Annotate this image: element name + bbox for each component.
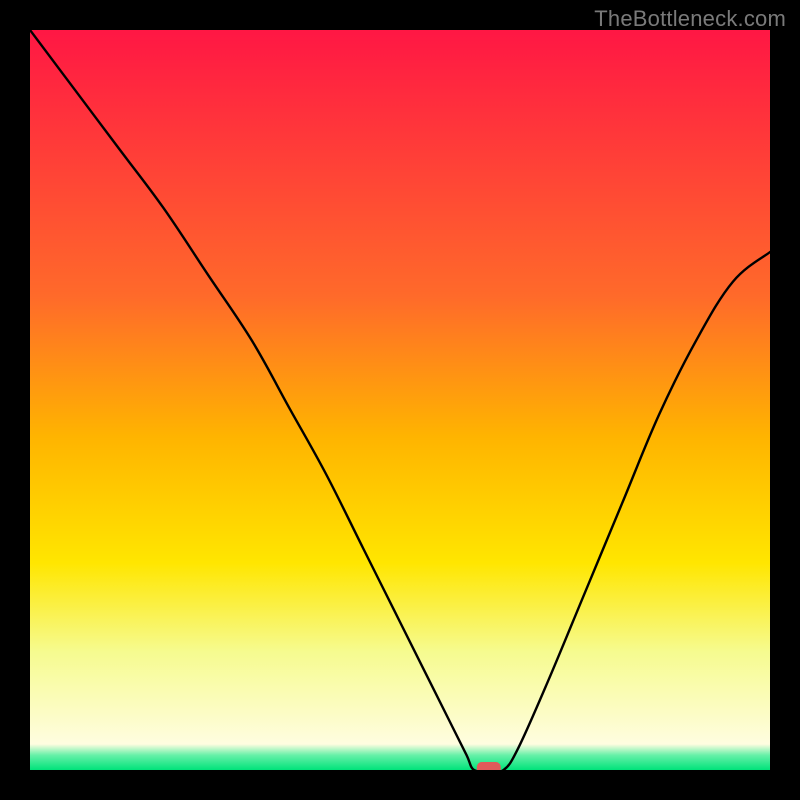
plot-background — [30, 30, 770, 770]
plot-area — [30, 30, 770, 770]
chart-stage: TheBottleneck.com — [0, 0, 800, 800]
watermark-text: TheBottleneck.com — [594, 6, 786, 32]
min-marker — [477, 762, 501, 770]
plot-svg — [30, 30, 770, 770]
